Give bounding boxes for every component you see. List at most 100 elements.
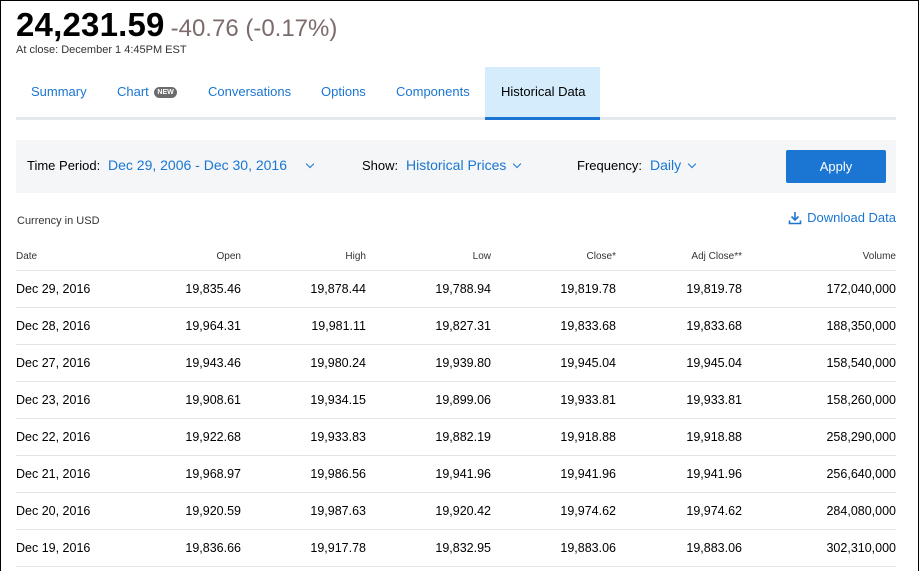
quote-header: 24,231.59 -40.76 (-0.17%) [16,6,337,44]
cell-low: 19,920.42 [366,492,491,530]
tab-historical-data[interactable]: Historical Data [485,67,600,120]
table-row: Dec 22, 2016 19,922.68 19,933.83 19,882.19 1… [16,418,896,456]
apply-button[interactable]: Apply [786,150,886,183]
cell-high: 19,933.83 [241,418,366,456]
cell-volume: 188,350,000 [742,307,896,345]
tab-conversations[interactable]: Conversations [208,67,291,120]
cell-date: Dec 19, 2016 [16,529,116,567]
tab-label: Conversations [208,84,292,99]
cell-adj-close: 19,918.88 [616,418,742,456]
cell-open: 19,835.46 [116,270,241,308]
cell-close: 19,941.96 [491,455,616,493]
cell-close: 19,945.04 [491,344,616,382]
cell-open: 19,908.61 [116,381,241,419]
column-header-date: Date [16,244,116,271]
table-header-row: Date Open High Low Close* Adj Close** Vo… [16,244,896,271]
frequency-label: Frequency: [577,158,643,173]
cell-volume: 302,310,000 [742,529,896,567]
tab-chart[interactable]: Chart NEW [117,67,177,120]
table-row: Dec 19, 2016 19,836.66 19,917.78 19,832.95 1… [16,529,896,567]
quote-close-time: At close: December 1 4:45PM EST [16,44,187,56]
cell-adj-close: 19,819.78 [616,270,742,308]
cell-high: 19,878.44 [241,270,366,308]
cell-open: 19,964.31 [116,307,241,345]
tab-label: Summary [31,84,87,99]
cell-date: Dec 23, 2016 [16,381,116,419]
table-row: Dec 27, 2016 19,943.46 19,980.24 19,939.80 1… [16,344,896,382]
cell-open: 19,943.46 [116,344,241,382]
cell-adj-close: 19,883.06 [616,529,742,567]
cell-date: Dec 29, 2016 [16,270,116,308]
cell-volume: 172,040,000 [742,270,896,308]
tab-bar: Summary Chart NEW Conversations Options … [16,67,896,120]
new-badge: NEW [154,87,177,98]
column-header-close: Close* [491,244,616,271]
chevron-down-icon [687,159,697,169]
tab-label: Components [396,84,470,99]
cell-open: 19,922.68 [116,418,241,456]
show-value: Historical Prices [406,157,507,173]
cell-close: 19,974.62 [491,492,616,530]
column-header-open: Open [116,244,241,271]
historical-controls: Time Period: Dec 29, 2006 - Dec 30, 2016… [16,140,896,193]
tab-components[interactable]: Components [396,67,470,120]
download-label: Download Data [807,210,896,225]
column-header-adj-close: Adj Close** [616,244,742,271]
table-row: Dec 20, 2016 19,920.59 19,987.63 19,920.42 1… [16,492,896,530]
cell-low: 19,827.31 [366,307,491,345]
tab-label: Options [321,84,366,99]
cell-open: 19,920.59 [116,492,241,530]
cell-adj-close: 19,945.04 [616,344,742,382]
cell-high: 19,980.24 [241,344,366,382]
cell-close: 19,819.78 [491,270,616,308]
column-header-low: Low [366,244,491,271]
cell-low: 19,882.19 [366,418,491,456]
cell-volume: 158,260,000 [742,381,896,419]
chevron-down-icon [513,159,522,169]
download-data-link[interactable]: Download Data [788,210,896,225]
cell-date: Dec 27, 2016 [16,344,116,382]
cell-volume: 258,290,000 [742,418,896,456]
cell-low: 19,941.96 [366,455,491,493]
cell-high: 19,917.78 [241,529,366,567]
cell-high: 19,981.11 [241,307,366,345]
tab-label: Historical Data [501,84,586,99]
table-row: Dec 21, 2016 19,968.97 19,986.56 19,941.96 1… [16,455,896,493]
cell-close: 19,918.88 [491,418,616,456]
cell-open: 19,968.97 [116,455,241,493]
cell-low: 19,832.95 [366,529,491,567]
cell-adj-close: 19,974.62 [616,492,742,530]
cell-date: Dec 22, 2016 [16,418,116,456]
cell-volume: 284,080,000 [742,492,896,530]
tab-options[interactable]: Options [321,67,366,120]
tab-summary[interactable]: Summary [31,67,87,120]
cell-close: 19,883.06 [491,529,616,567]
show-dropdown[interactable]: Historical Prices [406,157,522,173]
cell-close: 19,833.68 [491,307,616,345]
frequency-dropdown[interactable]: Daily [650,157,697,173]
frequency-value: Daily [650,157,682,173]
cell-adj-close: 19,933.81 [616,381,742,419]
quote-price: 24,231.59 [16,6,165,43]
cell-high: 19,934.15 [241,381,366,419]
cell-date: Dec 28, 2016 [16,307,116,345]
cell-adj-close: 19,941.96 [616,455,742,493]
cell-volume: 158,540,000 [742,344,896,382]
cell-date: Dec 21, 2016 [16,455,116,493]
time-period-dropdown[interactable]: Dec 29, 2006 - Dec 30, 2016 [108,157,315,173]
table-row: Dec 29, 2016 19,835.46 19,878.44 19,788.94 1… [16,270,896,308]
cell-low: 19,939.80 [366,344,491,382]
cell-high: 19,986.56 [241,455,366,493]
currency-note: Currency in USD [17,215,100,227]
show-label: Show: [362,158,399,173]
cell-date: Dec 20, 2016 [16,492,116,530]
cell-low: 19,899.06 [366,381,491,419]
table-row: Dec 28, 2016 19,964.31 19,981.11 19,827.31 1… [16,307,896,345]
cell-adj-close: 19,833.68 [616,307,742,345]
table-row: Dec 23, 2016 19,908.61 19,934.15 19,899.06 1… [16,381,896,419]
cell-high: 19,987.63 [241,492,366,530]
cell-open: 19,836.66 [116,529,241,567]
tab-label: Chart [117,84,149,99]
cell-low: 19,788.94 [366,270,491,308]
time-period-value: Dec 29, 2006 - Dec 30, 2016 [108,157,288,173]
